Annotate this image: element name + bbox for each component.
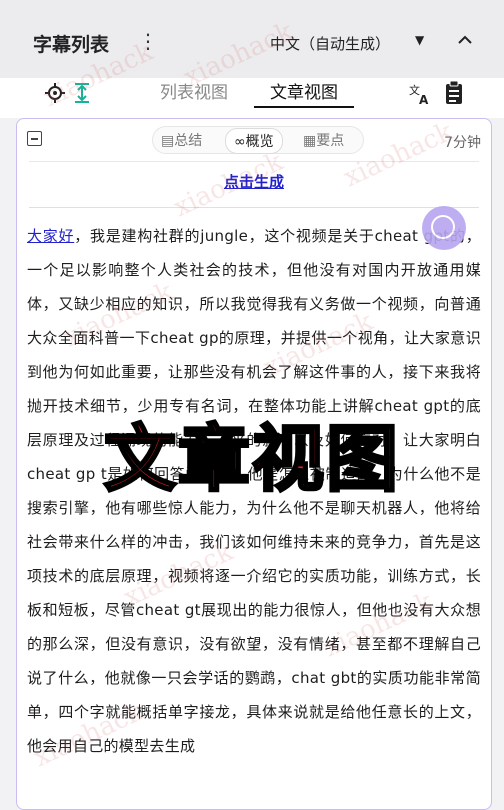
collapse-box-icon[interactable] — [27, 131, 42, 146]
summary-tab-overview[interactable]: ∞概览 — [225, 128, 283, 154]
ring-shape — [431, 215, 455, 239]
summary-tab-label: 总结 — [174, 133, 203, 149]
kebab-icon[interactable]: ⋮ — [138, 30, 158, 52]
document-icon: ▤ — [161, 133, 175, 149]
article-panel: ▤总结 ∞概览 ▦要点 7分钟 点击生成 大家好，我是建构社群的jungle，这… — [16, 118, 492, 810]
summary-tab-label: 概览 — [245, 134, 274, 150]
video-duration: 7分钟 — [444, 135, 481, 151]
generate-summary-link[interactable]: 点击生成 — [17, 171, 491, 192]
tab-list-view[interactable]: 列表视图 — [160, 78, 228, 106]
summary-tabs: ▤总结 ∞概览 ▦要点 — [152, 126, 364, 154]
view-toolbar: 列表视图 文章视图 文 A — [0, 78, 504, 118]
summary-tab-label: 要点 — [316, 133, 345, 149]
divider — [29, 161, 479, 162]
timestamp-link[interactable]: 大家好 — [27, 227, 74, 245]
summary-tab-summary[interactable]: ▤总结 — [161, 130, 202, 150]
chevron-up-icon[interactable] — [454, 29, 476, 51]
article-text: 大家好，我是建构社群的jungle，这个视频是关于cheat gpt的，一个足以… — [27, 219, 481, 763]
translate-icon[interactable]: 文 A — [408, 82, 432, 106]
summary-tab-keypoints[interactable]: ▦要点 — [303, 130, 344, 150]
crosshair-icon[interactable] — [44, 82, 66, 104]
tab-article-view[interactable]: 文章视图 — [254, 78, 354, 108]
glasses-icon: ∞ — [234, 134, 246, 150]
caret-down-icon[interactable]: ▼ — [415, 33, 424, 47]
divider — [29, 207, 479, 208]
scroll-anchor-icon[interactable] — [422, 206, 466, 250]
clipboard-small-icon: ▦ — [303, 133, 317, 149]
panel-title: 字幕列表 — [33, 34, 110, 56]
clipboard-icon[interactable] — [444, 80, 464, 106]
vertical-expand-icon[interactable] — [72, 82, 92, 104]
language-select[interactable]: 中文（自动生成） — [270, 33, 390, 54]
svg-text:A: A — [419, 93, 429, 106]
summary-bar: ▤总结 ∞概览 ▦要点 7分钟 — [17, 119, 491, 161]
subtitle-header: 字幕列表 ⋮ 中文（自动生成） ▼ — [0, 0, 504, 78]
article-body: ，我是建构社群的jungle，这个视频是关于cheat gpt的，一个足以影响整… — [27, 227, 481, 755]
